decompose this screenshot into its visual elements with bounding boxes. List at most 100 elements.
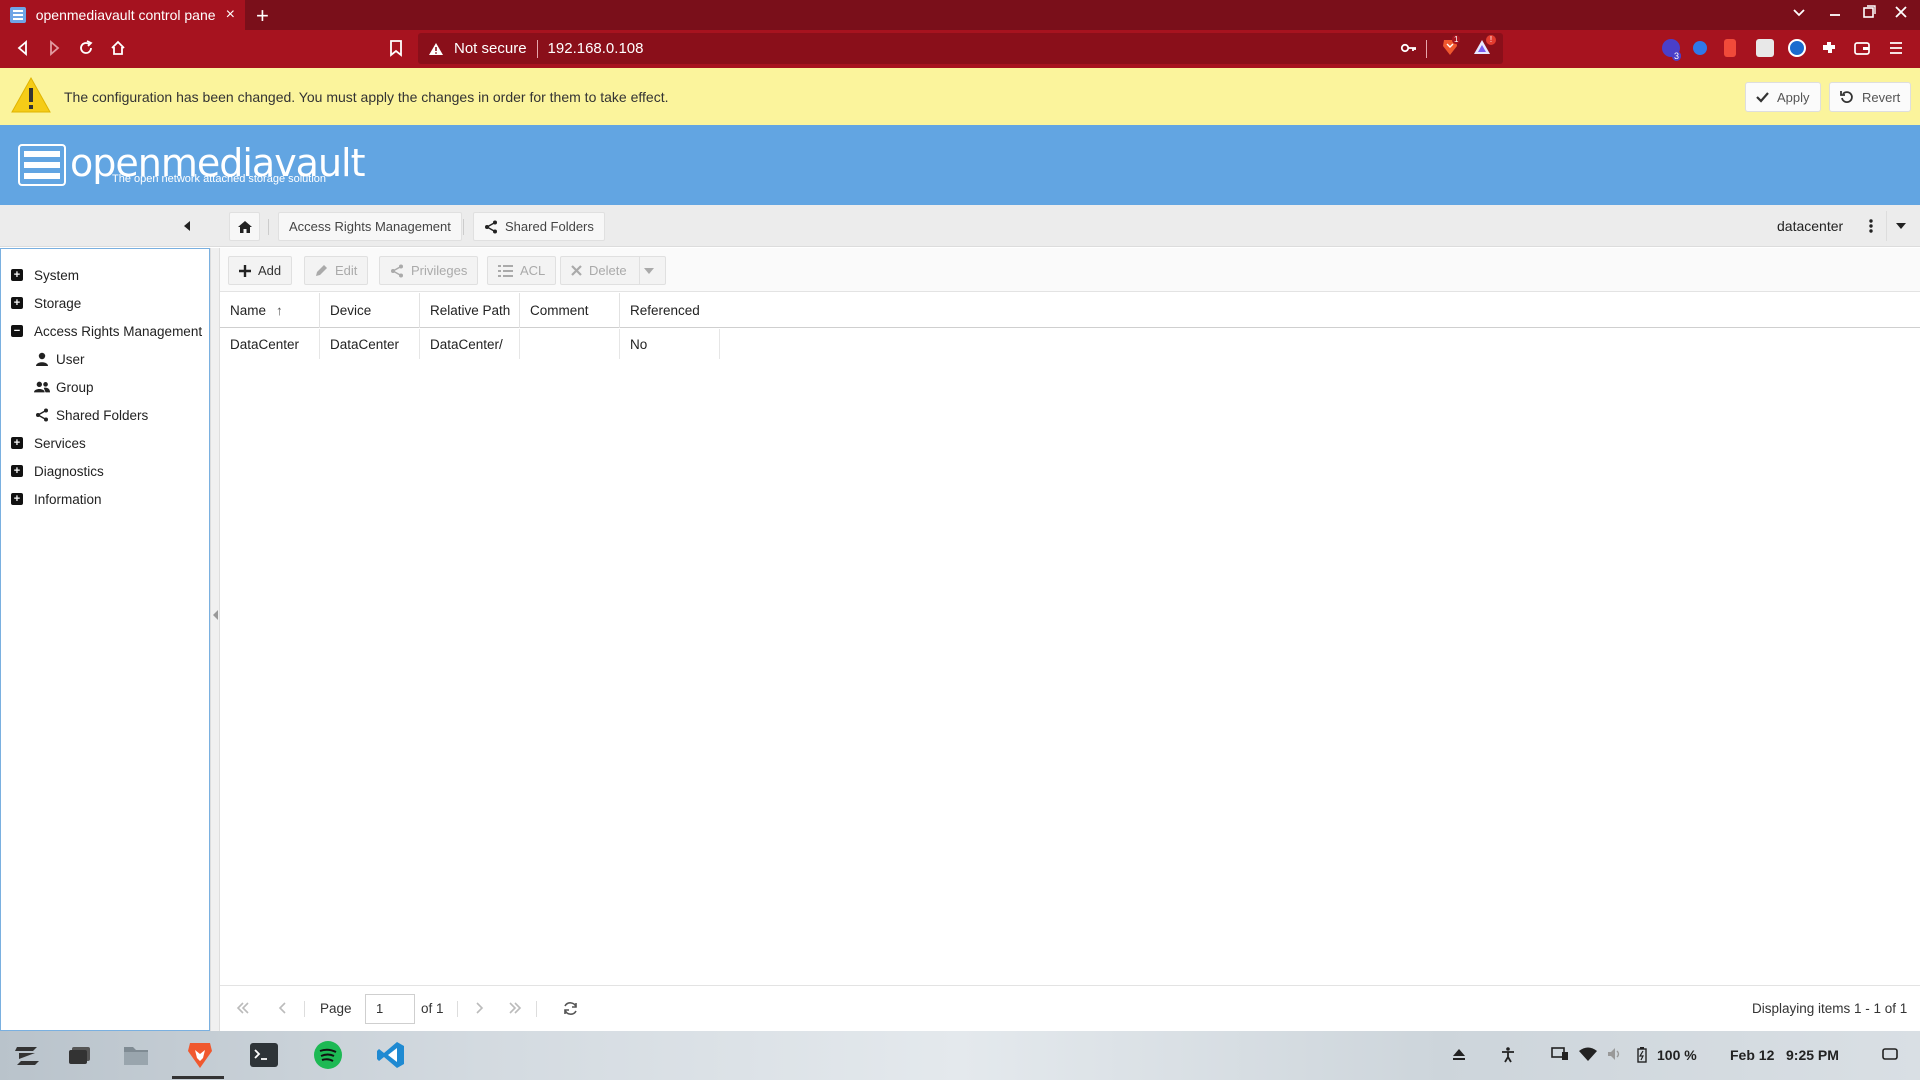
apply-button[interactable]: Apply [1745,82,1821,112]
sidebar-item-diagnostics[interactable]: + Diagnostics [11,460,104,482]
column-header-relative-path[interactable]: Relative Path [420,293,520,328]
next-page-icon[interactable] [475,1001,485,1015]
wallet-icon[interactable] [1853,39,1871,57]
paging-toolbar: Page 1 of 1 Displaying items 1 - 1 of 1 [220,985,1920,1031]
home-button[interactable] [229,212,260,241]
column-header-name[interactable]: Name ↑ [220,293,320,328]
pencil-icon [316,265,327,276]
not-secure-label[interactable]: Not secure [454,40,527,57]
window-switcher-icon[interactable] [64,1039,96,1071]
expand-icon[interactable]: + [11,297,23,309]
forward-icon[interactable] [45,39,63,57]
sidebar-splitter[interactable] [210,248,220,1031]
pager-separator [457,1001,458,1017]
sidebar-item-user[interactable]: User [34,348,85,370]
column-header-comment[interactable]: Comment [520,293,620,328]
grid-header: Name ↑ Device Relative Path Comment Refe… [220,293,1920,328]
user-menu-dropdown[interactable] [1886,211,1914,241]
refresh-icon[interactable] [563,1001,578,1016]
tab-title: openmediavault control pane [35,7,216,23]
show-desktop-icon[interactable] [1882,1047,1898,1061]
os-taskbar: 100 % Feb 12 9:25 PM [0,1031,1920,1080]
first-page-icon[interactable] [236,1001,250,1015]
sidebar-item-storage[interactable]: + Storage [11,292,81,314]
brave-browser-icon[interactable] [184,1039,216,1071]
page-number-input[interactable]: 1 [365,994,415,1024]
acl-button[interactable]: ACL [487,256,557,285]
cell-comment [520,329,620,359]
expand-icon[interactable]: + [11,437,23,449]
privileges-label: Privileges [411,263,468,278]
extension-badge: 3 [1672,51,1682,61]
sidebar-item-access-rights[interactable]: − Access Rights Management [11,320,202,342]
delete-dropdown-icon[interactable] [638,257,665,284]
sort-ascending-icon[interactable]: ↑ [276,303,283,318]
share-icon [391,264,403,277]
extension-check-icon[interactable] [1693,41,1707,55]
battery-icon[interactable] [1637,1047,1647,1063]
eject-icon[interactable] [1452,1047,1466,1061]
browser-tab[interactable]: openmediavault control pane × [0,0,245,30]
vscode-app-icon[interactable] [375,1039,407,1071]
display-icon[interactable] [1551,1047,1569,1061]
clock-date[interactable]: Feb 12 [1730,1047,1774,1063]
splitter-collapse-icon[interactable] [213,610,219,620]
edit-button[interactable]: Edit [304,256,369,285]
puzzle-icon[interactable] [1820,39,1838,57]
sidebar-item-information[interactable]: + Information [11,488,102,510]
revert-button[interactable]: Revert [1829,82,1912,112]
delete-label: Delete [589,263,627,278]
minimize-icon[interactable] [1828,5,1842,19]
expand-icon[interactable]: + [11,493,23,505]
sidebar-item-shared-folders[interactable]: Shared Folders [34,404,148,426]
home-icon[interactable] [109,39,127,57]
extension-s-icon[interactable] [1788,39,1806,57]
reload-icon[interactable] [77,39,95,57]
clock-time[interactable]: 9:25 PM [1786,1047,1839,1063]
table-row[interactable]: DataCenter DataCenter DataCenter/ No [220,329,1920,359]
add-button[interactable]: Add [228,256,293,285]
collapse-sidebar-icon[interactable] [182,220,192,232]
collapse-icon[interactable]: − [11,325,23,337]
column-header-device[interactable]: Device [320,293,420,328]
breadcrumb-separator [463,219,464,235]
new-tab-button[interactable]: + [256,3,269,29]
url-field[interactable]: Not secure 192.168.0.108 [418,33,1503,64]
close-window-icon[interactable] [1894,5,1908,19]
expand-icon[interactable]: + [11,269,23,281]
zorin-menu-icon[interactable] [11,1039,43,1071]
wifi-icon[interactable] [1579,1047,1597,1061]
breadcrumb-shared-folders[interactable]: Shared Folders [473,212,605,241]
tab-close-icon[interactable]: × [226,6,235,24]
extension-red-icon[interactable] [1724,39,1736,57]
bookmark-icon[interactable] [388,39,404,57]
accessibility-icon[interactable] [1501,1047,1515,1063]
breadcrumb-access-rights[interactable]: Access Rights Management [278,212,462,241]
sidebar-item-system[interactable]: + System [11,264,79,286]
more-options-button[interactable] [1857,211,1885,241]
caret-down-icon [1895,223,1906,229]
maximize-icon[interactable] [1862,5,1876,19]
spotify-app-icon[interactable] [312,1039,344,1071]
url-text[interactable]: 192.168.0.108 [548,40,644,57]
extension-stack-icon[interactable] [1756,39,1774,57]
browser-menu-icon[interactable] [1888,39,1904,57]
key-icon[interactable] [1400,39,1418,57]
delete-button[interactable]: Delete [560,256,666,285]
share-icon [484,220,498,234]
plus-icon [239,264,251,277]
pager-separator [304,1001,305,1017]
expand-icon[interactable]: + [11,465,23,477]
back-icon[interactable] [14,39,32,57]
volume-icon[interactable] [1607,1047,1623,1061]
cell-relative-path: DataCenter/ [420,329,520,359]
tab-list-chevron-icon[interactable] [1792,5,1806,19]
privileges-button[interactable]: Privileges [379,256,479,285]
previous-page-icon[interactable] [277,1001,287,1015]
column-header-referenced[interactable]: Referenced [620,293,720,328]
files-app-icon[interactable] [120,1039,152,1071]
terminal-app-icon[interactable] [248,1039,280,1071]
sidebar-item-services[interactable]: + Services [11,432,86,454]
last-page-icon[interactable] [508,1001,522,1015]
sidebar-item-group[interactable]: Group [34,376,94,398]
